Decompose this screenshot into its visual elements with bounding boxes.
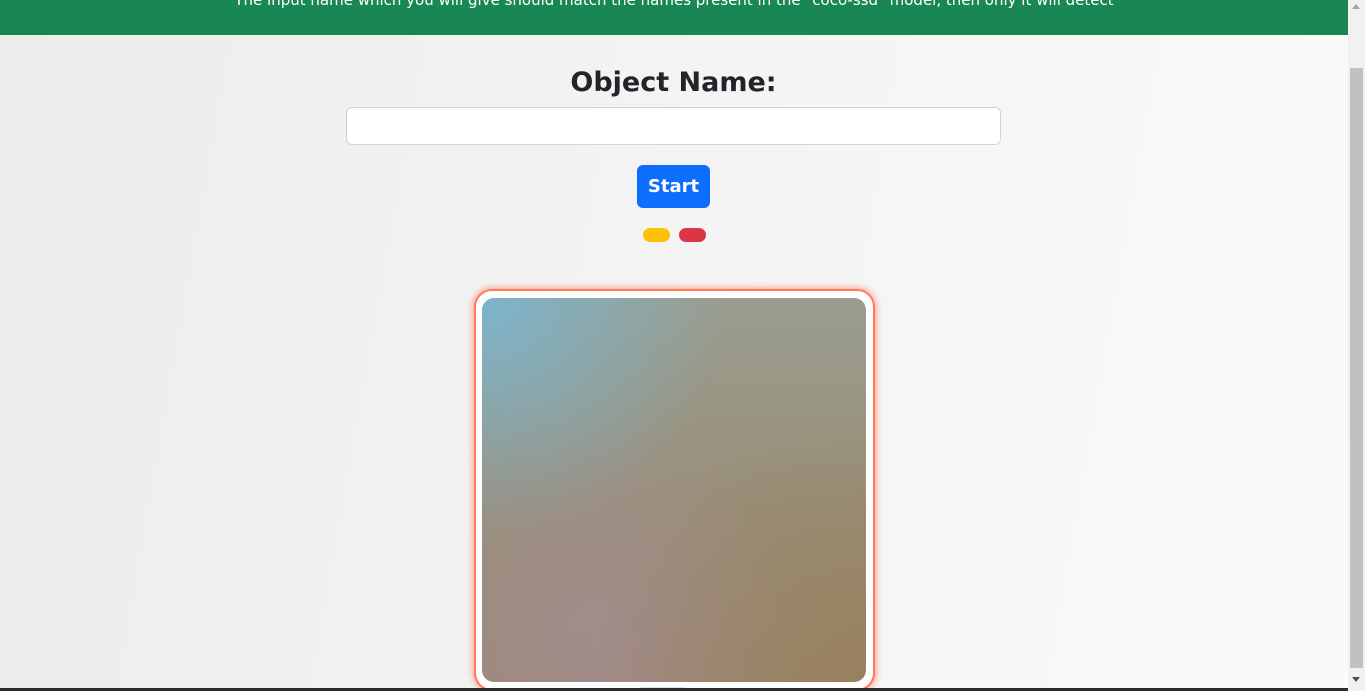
page: The input name which you will give shoul… [0, 0, 1348, 691]
video-frame [474, 289, 875, 691]
info-banner: The input name which you will give shoul… [0, 0, 1348, 35]
scroll-up-arrow-icon[interactable] [1352, 4, 1360, 9]
object-form: Object Name: [346, 64, 1001, 145]
vertical-scrollbar[interactable] [1348, 0, 1365, 691]
banner-text: The input name which you will give shoul… [234, 0, 1114, 9]
scroll-down-arrow-icon[interactable] [1352, 677, 1360, 682]
status-indicator-red[interactable] [679, 228, 706, 242]
scrollbar-thumb[interactable] [1350, 68, 1363, 668]
status-indicator-yellow[interactable] [643, 228, 670, 242]
webcam-video-feed [482, 298, 866, 682]
start-button[interactable]: Start [637, 165, 710, 208]
object-name-input[interactable] [346, 107, 1001, 145]
page-title: Object Name: [570, 67, 777, 98]
